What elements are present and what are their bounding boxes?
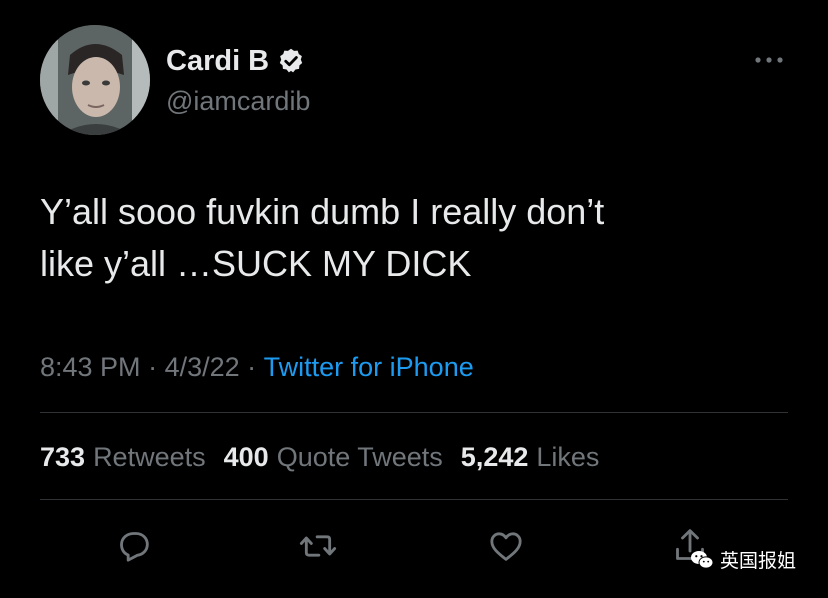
likes-label: Likes [536,442,600,472]
more-options-icon[interactable] [752,50,786,70]
likes-count: 5,242 [460,442,529,472]
tweet-source-link[interactable]: Twitter for iPhone [264,349,474,385]
likes-stat[interactable]: 5,242 Likes [461,439,600,475]
user-handle[interactable]: @iamcardib [166,85,310,117]
heart-icon [490,532,522,561]
wechat-icon [691,550,714,569]
reply-icon [120,532,149,562]
watermark-text: 英国报姐 [720,550,797,572]
tweet-date[interactable]: 4/3/22 [165,349,240,385]
avatar[interactable] [40,25,150,135]
tweet-text: Y’all sooo fuvkin dumb I really don’t li… [40,191,605,284]
user-name-row[interactable]: Cardi B [166,44,305,78]
watermark: 英国报姐 [690,546,796,573]
retweets-count: 733 [40,442,86,472]
divider [40,412,788,413]
retweet-icon [299,535,337,557]
tweet-detail: Cardi B @iamcardib Y’all sooo fuvkin dum… [0,0,828,598]
quote-tweets-count: 400 [223,442,269,472]
divider [40,499,788,500]
verified-badge-icon [279,48,303,73]
quote-tweets-label: Quote Tweets [276,442,443,472]
meta-separator: · [239,352,264,382]
meta-separator: · [140,352,165,382]
tweet-time[interactable]: 8:43 PM [40,349,141,385]
retweet-button[interactable] [296,524,340,568]
retweets-stat[interactable]: 733 Retweets [40,439,206,475]
display-name[interactable]: Cardi B [166,44,269,78]
quote-tweets-stat[interactable]: 400 Quote Tweets [224,439,443,475]
avatar-portrait-icon [40,25,150,135]
tweet-stats: 733 Retweets 400 Quote Tweets 5,242 Like… [40,439,617,475]
like-button[interactable] [484,524,528,568]
retweets-label: Retweets [93,442,206,472]
reply-button[interactable] [112,524,156,568]
tweet-metadata: 8:43 PM · 4/3/22 · Twitter for iPhone [40,349,474,385]
